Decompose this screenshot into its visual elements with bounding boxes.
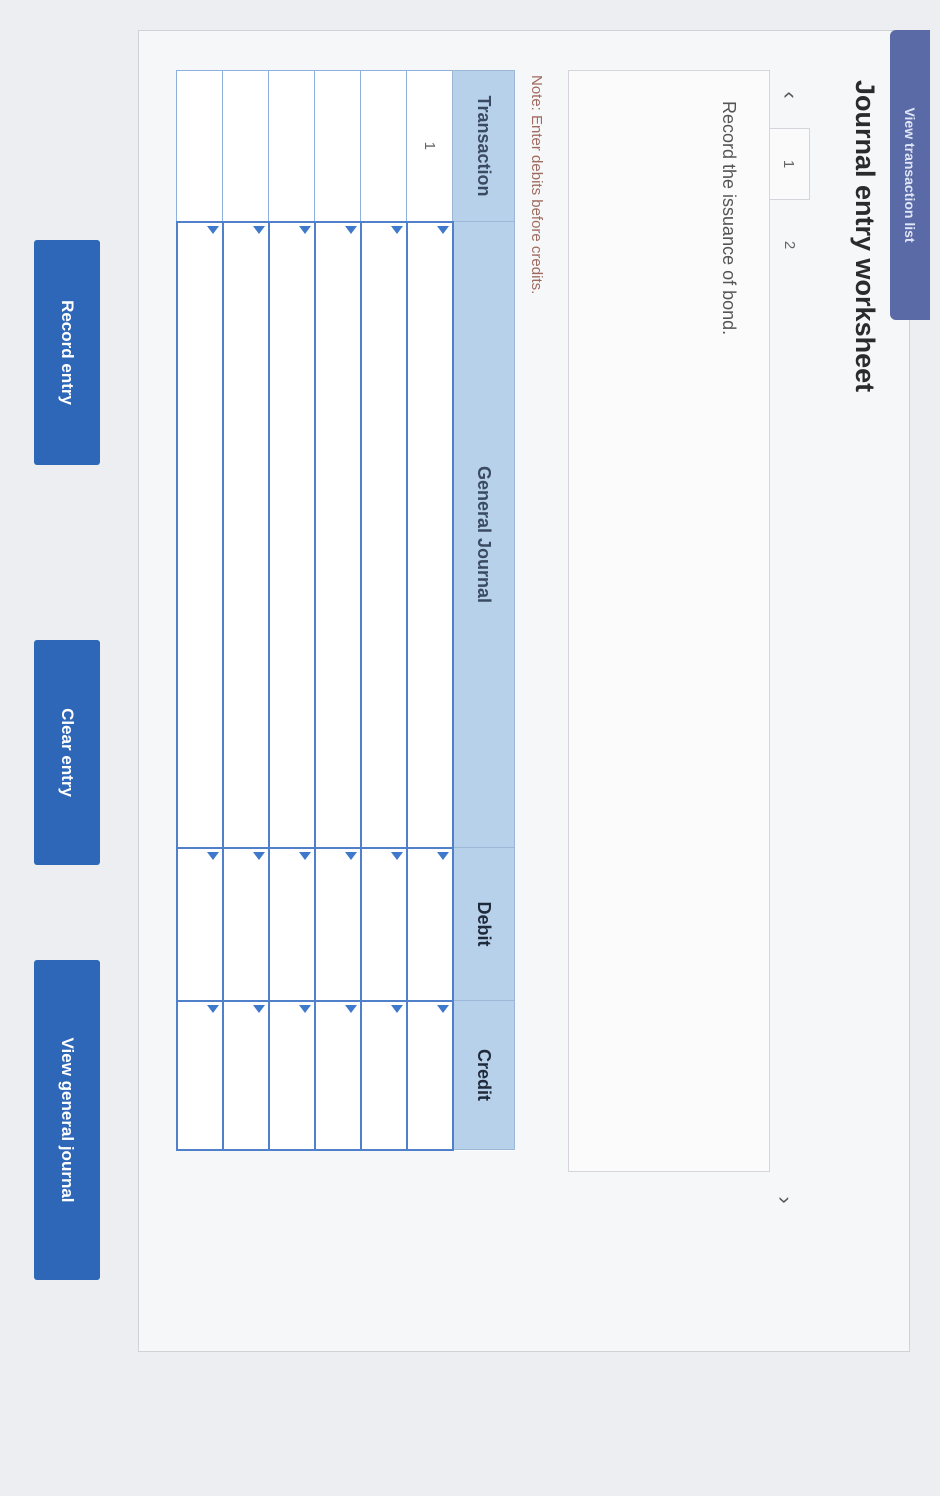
debit-value [178,849,222,1000]
credit-input[interactable] [269,1000,315,1150]
credit-input[interactable] [177,1000,223,1150]
credit-input[interactable] [407,1000,453,1150]
tab-1[interactable]: 1 [769,128,810,200]
credit-value [270,1002,314,1149]
credit-value [178,1002,222,1149]
transaction-cell [177,70,223,222]
account-value [178,223,222,847]
transaction-cell [223,70,269,222]
credit-value [316,1002,360,1149]
table-row [177,70,223,1150]
debit-input[interactable] [223,847,269,1001]
chevron-left-icon[interactable]: ‹ [770,80,810,110]
transaction-cell [269,70,315,222]
table-row [269,70,315,1150]
table-header-row: Transaction General Journal Debit Credit [453,70,515,1150]
account-value [270,223,314,847]
tab-content: Record the issuance of bond. [568,70,770,1172]
clear-entry-label: Clear entry [58,708,77,797]
account-input[interactable] [177,221,223,848]
account-value [316,223,360,847]
view-transaction-list-label: View transaction list [902,107,918,243]
debit-input[interactable] [269,847,315,1001]
credit-value [362,1002,406,1149]
header-credit: Credit [453,1000,515,1150]
tab-2[interactable]: 2 [770,210,810,280]
header-debit: Debit [453,847,515,1001]
debit-input[interactable] [361,847,407,1001]
debit-value [316,849,360,1000]
account-input[interactable] [407,221,453,848]
debit-input[interactable] [315,847,361,1001]
page-title: Journal entry worksheet [850,80,880,393]
table-row [315,70,361,1150]
transaction-cell: 1 [407,70,453,222]
account-input[interactable] [269,221,315,848]
debit-input[interactable] [177,847,223,1001]
account-value [224,223,268,847]
account-input[interactable] [223,221,269,848]
account-value [408,223,452,847]
header-transaction: Transaction [453,70,515,222]
account-input[interactable] [361,221,407,848]
debit-value [362,849,406,1000]
debit-value [224,849,268,1000]
debit-input[interactable] [407,847,453,1001]
transaction-cell [361,70,407,222]
credit-input[interactable] [361,1000,407,1150]
clear-entry-button[interactable]: Clear entry [34,640,100,865]
view-general-journal-button[interactable]: View general journal [34,960,100,1280]
transaction-cell [315,70,361,222]
table-row [223,70,269,1150]
instruction-text: Record the issuance of bond. [719,101,739,336]
view-general-journal-label: View general journal [58,1037,77,1203]
account-value [362,223,406,847]
note-text: Note: Enter debits before credits. [528,75,545,295]
table-row: 1 [407,70,453,1150]
account-input[interactable] [315,221,361,848]
journal-entry-stage: View transaction list Journal entry work… [0,0,940,1496]
tab-1-label: 1 [780,159,798,169]
tab-2-label: 2 [781,240,799,250]
credit-input[interactable] [315,1000,361,1150]
record-entry-label: Record entry [58,300,77,405]
debit-value [270,849,314,1000]
journal-table: Transaction General Journal Debit Credit… [176,70,515,1151]
credit-input[interactable] [223,1000,269,1150]
credit-value [408,1002,452,1149]
table-row [361,70,407,1150]
debit-value [408,849,452,1000]
record-entry-button[interactable]: Record entry [34,240,100,465]
header-general-journal: General Journal [453,221,515,848]
credit-value [224,1002,268,1149]
view-transaction-list-tab[interactable]: View transaction list [890,30,930,320]
chevron-right-icon[interactable]: › [765,1185,805,1215]
